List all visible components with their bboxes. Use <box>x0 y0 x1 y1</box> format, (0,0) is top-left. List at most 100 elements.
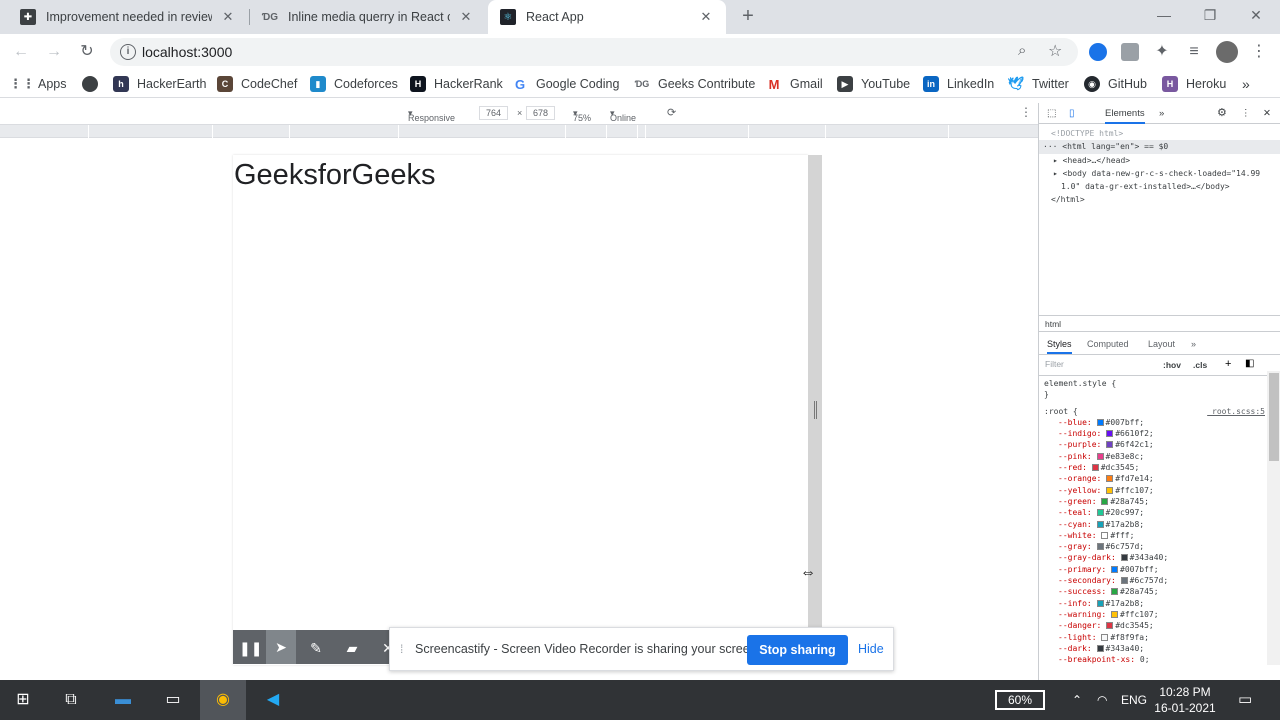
css-variable-row[interactable]: --warning: #ffc107; <box>1039 609 1267 620</box>
css-variable-row[interactable]: --pink: #e83e8c; <box>1039 451 1267 462</box>
css-variable-row[interactable]: --info: #17a2b8; <box>1039 598 1267 609</box>
css-variable-row[interactable]: --primary: #007bff; <box>1039 564 1267 575</box>
css-variable-row[interactable]: --gray-dark: #343a40; <box>1039 552 1267 563</box>
drag-grip-icon[interactable]: ⁞ <box>400 642 403 656</box>
bookmark-google-coding[interactable]: G Google Coding <box>512 75 619 93</box>
eraser-icon[interactable]: ▰ <box>343 639 361 657</box>
bookmark-codechef[interactable]: C CodeChef <box>217 75 297 93</box>
device-height-input[interactable]: 678 <box>526 106 556 120</box>
device-width-input[interactable]: 764 <box>479 106 509 120</box>
pointer-icon[interactable]: ➤ <box>266 630 296 664</box>
root-rule[interactable]: :root {_root.scss:5 <box>1039 406 1267 417</box>
computed-sidebar-icon[interactable]: ◧ <box>1245 358 1254 369</box>
url-text[interactable]: localhost:3000 <box>142 44 232 60</box>
color-swatch[interactable] <box>1120 577 1128 585</box>
inspect-icon[interactable]: ⬚ <box>1047 108 1056 119</box>
color-swatch[interactable] <box>1120 554 1128 562</box>
css-variable-row[interactable]: --yellow: #ffc107; <box>1039 485 1267 496</box>
color-swatch[interactable] <box>1096 520 1104 528</box>
battery-indicator[interactable]: 60% <box>995 690 1045 710</box>
reload-icon[interactable]: ↻ <box>77 42 97 62</box>
resize-handle[interactable] <box>808 155 822 665</box>
css-variable-row[interactable]: --dark: #343a40; <box>1039 643 1267 654</box>
close-devtools-icon[interactable]: ✕ <box>1263 108 1271 119</box>
star-icon[interactable]: ☆ <box>1048 41 1062 61</box>
css-variable-row[interactable]: --gray: #6c757d; <box>1039 541 1267 552</box>
css-variable-row[interactable]: --teal: #20c997; <box>1039 507 1267 518</box>
color-swatch[interactable] <box>1096 599 1104 607</box>
task-view-icon[interactable]: ⧉ <box>48 680 94 720</box>
search-icon[interactable]: ⌕ <box>1018 42 1026 59</box>
puzzle-icon[interactable]: ✦ <box>1152 42 1172 62</box>
extension-icon[interactable] <box>1121 43 1139 61</box>
more-subtabs-icon[interactable]: » <box>1191 339 1196 349</box>
device-mode-select[interactable]: Responsive ▾ <box>408 108 455 123</box>
rotate-icon[interactable]: ⟳ <box>667 106 676 119</box>
bookmark-codeforces[interactable]: ▮ Codeforces <box>310 75 398 93</box>
bookmark-youtube[interactable]: ▶ YouTube <box>837 75 910 93</box>
tab-computed[interactable]: Computed <box>1087 339 1129 349</box>
zoom-select[interactable]: 75% ▾ <box>573 108 591 123</box>
css-variable-row[interactable]: --breakpoint-xs: 0; <box>1039 654 1267 665</box>
element-style-rule[interactable]: element.style { <box>1039 378 1267 389</box>
bookmark-twitter[interactable]: 🕊 Twitter <box>1008 75 1069 93</box>
cls-toggle[interactable]: .cls <box>1193 360 1207 370</box>
bookmark-hackerearth[interactable]: h HackerEarth <box>113 75 206 93</box>
file-explorer-icon[interactable]: ▬ <box>100 680 146 720</box>
network-select[interactable]: Online ▾ <box>610 108 636 123</box>
tab-inline-media[interactable]: ƊG Inline media querry in React com ✕ <box>250 0 486 34</box>
color-swatch[interactable] <box>1106 622 1114 630</box>
dom-html-node[interactable]: ··· <html lang="en"> == $0 <box>1039 140 1280 154</box>
css-variable-row[interactable]: --danger: #dc3545; <box>1039 620 1267 631</box>
wifi-icon[interactable]: ◠ <box>1097 680 1107 720</box>
stop-sharing-button[interactable]: Stop sharing <box>747 635 848 665</box>
bookmark-globe[interactable] <box>82 75 106 93</box>
color-swatch[interactable] <box>1096 418 1104 426</box>
avatar[interactable] <box>1216 41 1238 63</box>
close-icon[interactable]: ✕ <box>458 9 474 25</box>
info-icon[interactable]: i <box>120 44 136 60</box>
bookmark-geeks-contribute[interactable]: ƊG Geeks Contribute <box>634 75 756 93</box>
css-variable-row[interactable]: --orange: #fd7e14; <box>1039 473 1267 484</box>
color-swatch[interactable] <box>1091 464 1099 472</box>
more-bookmarks-icon[interactable]: » <box>1242 75 1250 93</box>
chrome-icon[interactable]: ◉ <box>200 680 246 720</box>
css-variable-row[interactable]: --success: #28a745; <box>1039 586 1267 597</box>
back-icon[interactable]: ← <box>11 42 31 62</box>
clock[interactable]: 10:28 PM 16-01-2021 <box>1150 684 1220 716</box>
new-rule-icon[interactable]: + <box>1225 358 1231 370</box>
hide-button[interactable]: Hide <box>858 642 884 656</box>
windows-start-icon[interactable]: ⊞ <box>0 680 46 720</box>
vscode-icon[interactable]: ◀ <box>250 680 296 720</box>
new-tab-icon[interactable]: + <box>738 6 758 26</box>
bookmark-apps[interactable]: ⋮⋮ Apps <box>9 75 67 93</box>
tray-expand-icon[interactable]: ⌃ <box>1072 680 1082 720</box>
tab-react-app[interactable]: ⚛ React App ✕ <box>488 0 726 34</box>
grammarly-icon[interactable] <box>1089 43 1107 61</box>
color-swatch[interactable] <box>1106 475 1114 483</box>
tab-elements[interactable]: Elements <box>1105 108 1145 124</box>
bookmark-gmail[interactable]: M Gmail <box>766 75 823 93</box>
styles-filter-input[interactable]: Filter <box>1043 359 1153 373</box>
color-swatch[interactable] <box>1111 588 1118 596</box>
dom-body-node[interactable]: ▸ <body data-new-gr-c-s-check-loaded="14… <box>1039 167 1280 180</box>
devtools-menu-icon[interactable]: ⋮ <box>1241 108 1251 119</box>
color-swatch[interactable] <box>1096 543 1104 551</box>
color-swatch[interactable] <box>1111 565 1118 573</box>
bookmark-linkedin[interactable]: in LinkedIn <box>923 75 994 93</box>
menu-icon[interactable]: ⋮ <box>1249 42 1269 62</box>
css-variable-row[interactable]: --secondary: #6c757d; <box>1039 575 1267 586</box>
minimize-icon[interactable]: — <box>1141 0 1187 30</box>
dom-head-node[interactable]: ▸ <head>…</head> <box>1039 154 1280 167</box>
pause-icon[interactable]: ❚❚ <box>239 639 262 657</box>
device-menu-icon[interactable]: ⋮ <box>1020 105 1032 119</box>
css-variable-row[interactable]: --green: #28a745; <box>1039 496 1267 507</box>
color-swatch[interactable] <box>1101 497 1109 505</box>
tab-improvement[interactable]: ✚ Improvement needed in reviewed ✕ <box>8 0 248 34</box>
styles-scrollbar[interactable] <box>1267 371 1280 665</box>
color-swatch[interactable] <box>1096 452 1104 460</box>
css-variable-row[interactable]: --blue: #007bff; <box>1039 417 1267 428</box>
pen-icon[interactable]: ✎ <box>307 639 325 657</box>
tab-styles[interactable]: Styles <box>1047 339 1072 354</box>
css-variable-row[interactable]: --cyan: #17a2b8; <box>1039 519 1267 530</box>
